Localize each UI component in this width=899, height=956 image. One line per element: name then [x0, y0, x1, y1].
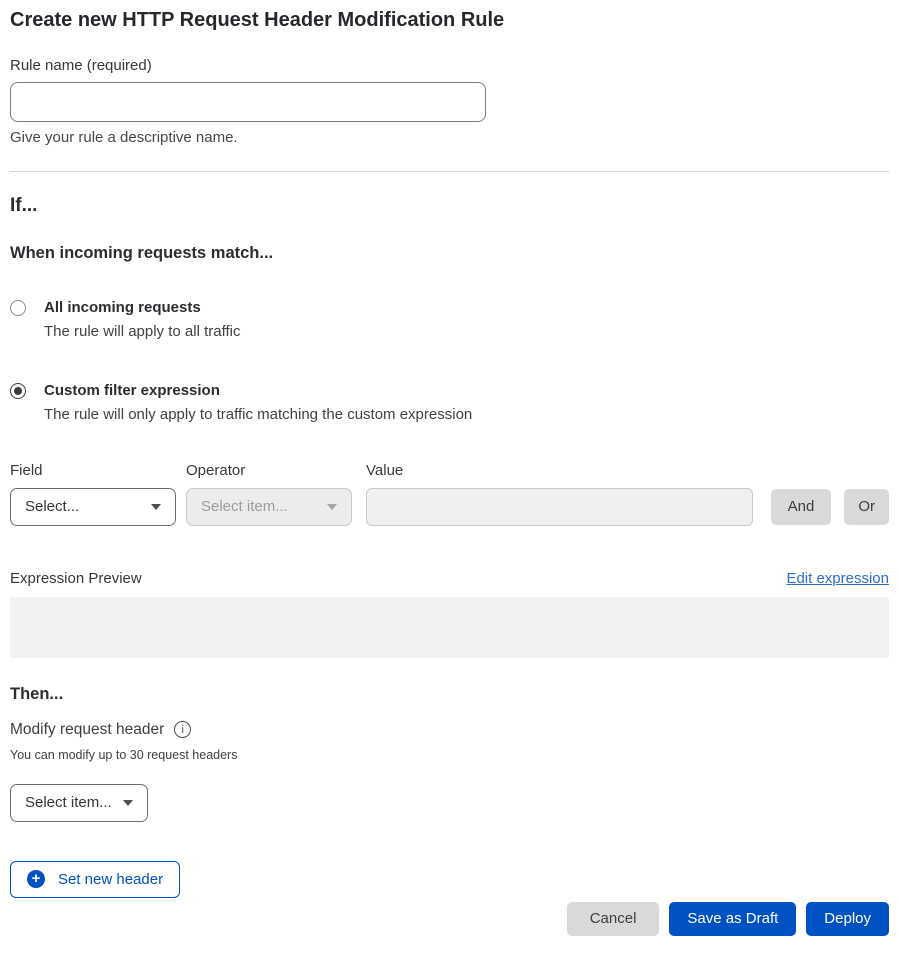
- match-subheading: When incoming requests match...: [10, 244, 889, 263]
- then-heading: Then...: [10, 685, 889, 704]
- radio-unselected-icon[interactable]: [10, 300, 26, 316]
- field-label: Field: [10, 462, 176, 480]
- chevron-down-icon: [151, 504, 161, 510]
- modify-request-header-label: Modify request header: [10, 721, 164, 739]
- operator-select-value: Select item...: [201, 498, 288, 515]
- if-heading: If...: [10, 195, 889, 217]
- rule-name-section: Rule name (required) Give your rule a de…: [10, 57, 889, 146]
- radio-text: Custom filter expression The rule will o…: [44, 381, 472, 425]
- chevron-down-icon: [327, 504, 337, 510]
- edit-expression-link[interactable]: Edit expression: [786, 570, 889, 587]
- set-new-header-label: Set new header: [58, 871, 163, 888]
- expression-preview-box: [10, 597, 889, 658]
- radio-label: All incoming requests: [44, 298, 240, 318]
- operator-column: Operator Select item...: [186, 462, 352, 526]
- rule-name-input[interactable]: [10, 82, 486, 122]
- radio-label: Custom filter expression: [44, 381, 472, 401]
- rule-name-label: Rule name (required): [10, 57, 889, 75]
- operator-select[interactable]: Select item...: [186, 488, 352, 526]
- deploy-button[interactable]: Deploy: [806, 902, 889, 936]
- section-divider: [10, 171, 889, 172]
- field-select[interactable]: Select...: [10, 488, 176, 526]
- create-rule-form: Create new HTTP Request Header Modificat…: [0, 0, 899, 936]
- field-select-value: Select...: [25, 498, 79, 515]
- header-action-select[interactable]: Select item...: [10, 784, 148, 822]
- footer-actions: Cancel Save as Draft Deploy: [10, 902, 889, 936]
- plus-circle-icon: +: [27, 870, 45, 888]
- radio-text: All incoming requests The rule will appl…: [44, 298, 240, 342]
- expression-builder-row: Field Select... Operator Select item... …: [10, 462, 889, 526]
- modify-header-row: Modify request header i: [10, 721, 889, 739]
- header-action-select-value: Select item...: [25, 794, 112, 811]
- set-new-header-button[interactable]: + Set new header: [10, 861, 180, 898]
- chevron-down-icon: [123, 800, 133, 806]
- radio-option-custom-filter[interactable]: Custom filter expression The rule will o…: [10, 381, 889, 425]
- page-title: Create new HTTP Request Header Modificat…: [10, 8, 889, 32]
- value-column: Value: [366, 462, 753, 526]
- radio-selected-icon[interactable]: [10, 383, 26, 399]
- cancel-button[interactable]: Cancel: [567, 902, 660, 936]
- field-column: Field Select...: [10, 462, 176, 526]
- or-button[interactable]: Or: [844, 489, 889, 525]
- radio-description: The rule will apply to all traffic: [44, 322, 240, 342]
- operator-label: Operator: [186, 462, 352, 480]
- modify-header-helper: You can modify up to 30 request headers: [10, 748, 889, 762]
- save-as-draft-button[interactable]: Save as Draft: [669, 902, 796, 936]
- expression-preview-label: Expression Preview: [10, 570, 142, 588]
- value-label: Value: [366, 462, 753, 480]
- rule-name-helper: Give your rule a descriptive name.: [10, 129, 889, 146]
- radio-description: The rule will only apply to traffic matc…: [44, 405, 472, 425]
- expression-preview-header: Expression Preview Edit expression: [10, 570, 889, 588]
- and-button[interactable]: And: [771, 489, 832, 525]
- radio-option-all-incoming[interactable]: All incoming requests The rule will appl…: [10, 298, 889, 342]
- info-icon[interactable]: i: [174, 721, 191, 738]
- value-input[interactable]: [366, 488, 753, 526]
